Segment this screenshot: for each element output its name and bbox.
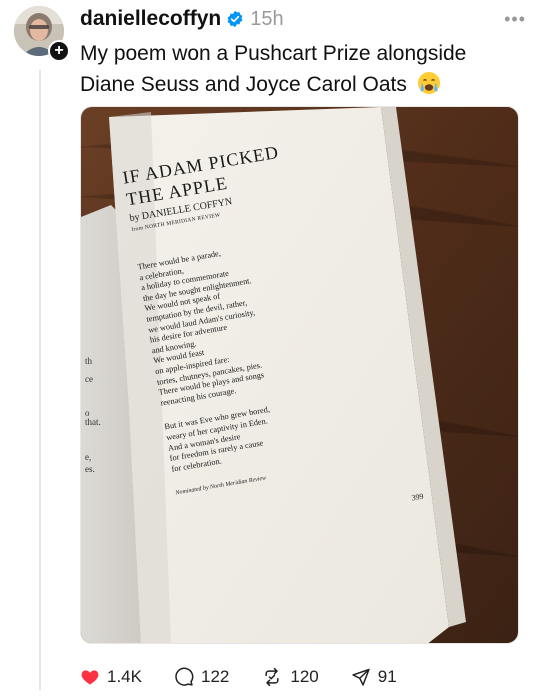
post-header: daniellecoffyn 15h •••	[80, 4, 526, 34]
more-options-icon[interactable]: •••	[504, 10, 526, 28]
left-fragment: es.	[85, 464, 95, 474]
follow-plus-icon[interactable]: +	[48, 40, 70, 62]
avatar[interactable]: +	[14, 6, 70, 62]
username[interactable]: daniellecoffyn	[80, 7, 221, 31]
left-fragment: o that.	[85, 408, 101, 427]
like-button[interactable]: 1.4K	[80, 667, 142, 687]
post-photo[interactable]: th ce o that. e, es. IF ADAM PICKED THE …	[80, 106, 519, 644]
left-fragment: e,	[85, 452, 92, 462]
share-button[interactable]: 91	[351, 667, 397, 687]
post-caption: My poem won a Pushcart Prize alongside D…	[80, 38, 520, 100]
repost-icon	[265, 667, 279, 687]
left-fragment: ce	[85, 374, 93, 384]
comment-button[interactable]: 122	[174, 667, 229, 687]
left-fragment: th	[85, 356, 93, 366]
poem-stanza-1: There would be a parade, a celebration, a …	[137, 220, 418, 409]
action-bar: 1.4K 122 120 91	[80, 664, 429, 690]
post-time: 15h	[250, 7, 284, 30]
caption-line-1: My poem won a Pushcart Prize alongside	[80, 42, 467, 65]
like-count: 1.4K	[107, 667, 142, 686]
thread-line	[39, 70, 41, 690]
crying-face-emoji-icon	[417, 72, 440, 94]
repost-button[interactable]: 120	[261, 667, 319, 687]
send-icon	[352, 668, 370, 686]
repost-count: 120	[290, 667, 319, 686]
comment-icon	[175, 667, 194, 686]
comment-count: 122	[200, 667, 230, 686]
caption-line-2: Diane Seuss and Joyce Carol Oats	[80, 73, 407, 96]
verified-badge-icon	[227, 10, 243, 28]
heart-icon	[81, 670, 99, 685]
share-count: 91	[377, 667, 397, 686]
